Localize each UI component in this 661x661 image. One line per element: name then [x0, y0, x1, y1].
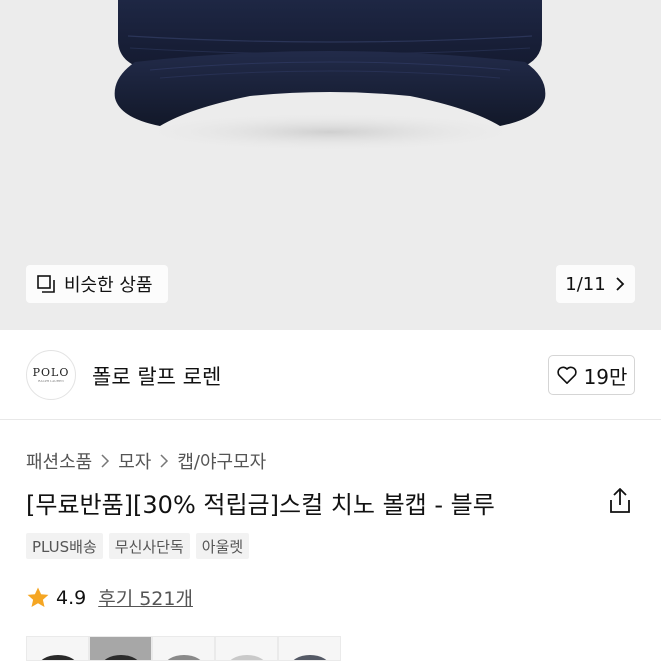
brand-logo[interactable]: POLO RALPH LAUREN [26, 350, 76, 400]
color-thumbnail-selected[interactable] [89, 636, 152, 661]
heart-icon [556, 366, 577, 384]
chevron-right-icon [159, 454, 169, 468]
brand-logo-subtext: RALPH LAUREN [38, 379, 64, 383]
rating-score: 4.9 [56, 586, 87, 609]
color-thumbnail[interactable] [215, 636, 278, 661]
similar-products-button[interactable]: 비슷한 상품 [26, 265, 168, 303]
similar-products-label: 비슷한 상품 [64, 275, 153, 296]
breadcrumb-item-cap[interactable]: 캡/야구모자 [177, 448, 266, 474]
brand-logo-text: POLO [32, 366, 70, 379]
similar-products-icon [37, 275, 55, 293]
badge-exclusive: 무신사단독 [108, 533, 190, 559]
like-button[interactable]: 19만 [548, 355, 635, 395]
page-indicator-text: 1/11 [565, 273, 606, 295]
star-icon [27, 587, 49, 607]
product-image-gallery[interactable]: 비슷한 상품 1/11 [0, 0, 661, 330]
breadcrumb-item-hat[interactable]: 모자 [118, 448, 151, 474]
color-thumbnail[interactable] [152, 636, 215, 661]
reviews-link[interactable]: 후기 521개 [98, 584, 193, 611]
rating-row: 4.9 후기 521개 [26, 584, 193, 611]
product-title: [무료반품][30% 적립금]스컬 치노 볼캡 - 블루 [26, 491, 495, 519]
color-thumbnails [26, 636, 341, 661]
like-count: 19만 [583, 364, 628, 389]
brand-name[interactable]: 폴로 랄프 로렌 [92, 361, 221, 391]
badge-outlet: 아울렛 [195, 533, 250, 559]
color-thumbnail[interactable] [278, 636, 341, 661]
chevron-right-icon [616, 277, 624, 291]
breadcrumb-item-fashion-accessories[interactable]: 패션소품 [26, 448, 92, 474]
brand-row: POLO RALPH LAUREN 폴로 랄프 로렌 19만 [0, 330, 661, 420]
badge-plus-delivery: PLUS배송 [26, 533, 103, 559]
color-thumbnail[interactable] [26, 636, 89, 661]
badge-list: PLUS배송 무신사단독 아울렛 [26, 533, 250, 559]
chevron-right-icon [100, 454, 110, 468]
breadcrumb: 패션소품 모자 캡/야구모자 [26, 448, 266, 474]
share-icon[interactable] [607, 487, 633, 515]
image-page-indicator[interactable]: 1/11 [556, 265, 635, 303]
